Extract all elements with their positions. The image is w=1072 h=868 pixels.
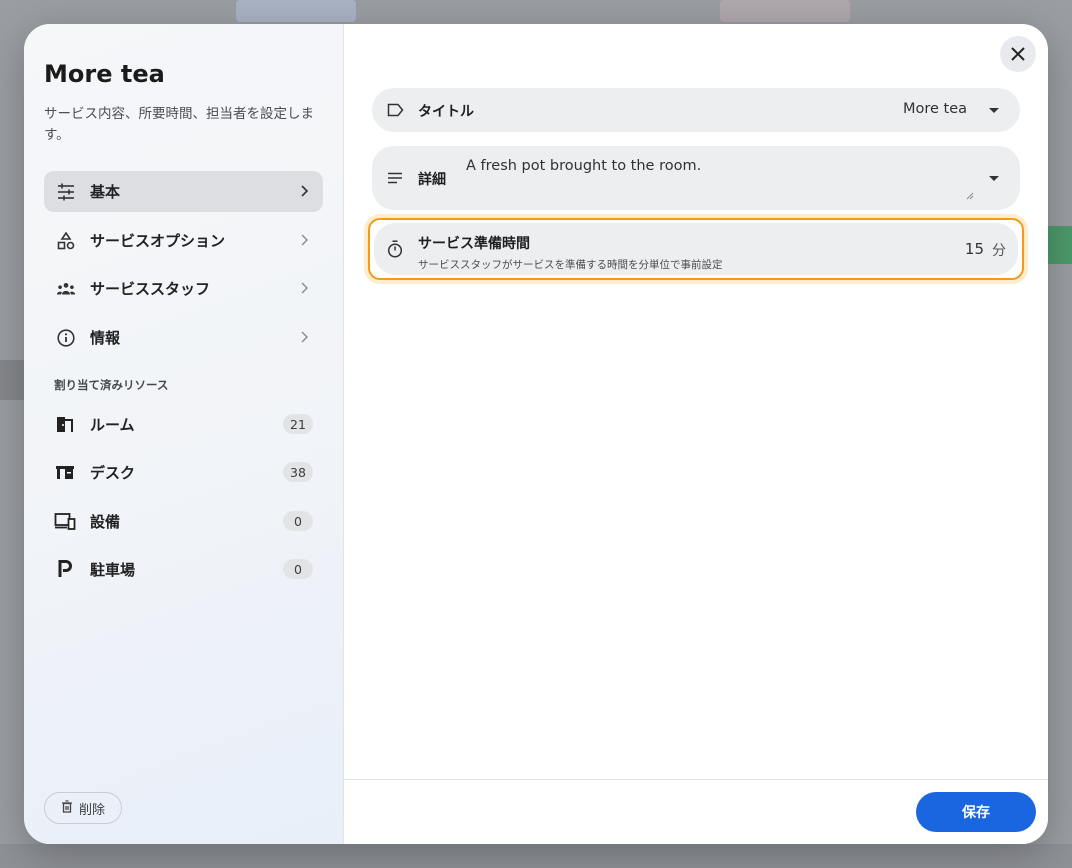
prep-time-sublabel: サービススタッフがサービスを準備する時間を分単位で事前設定 (418, 259, 723, 271)
label-tag-icon (386, 101, 404, 119)
nav-item-label: サービススタッフ (90, 280, 211, 298)
prep-time-value[interactable]: 15 (965, 240, 984, 258)
dialog-title: More tea (44, 60, 165, 88)
close-icon (1011, 47, 1025, 61)
resource-count-badge: 0 (283, 511, 313, 531)
background-tab (720, 0, 850, 22)
prep-time-unit: 分 (992, 243, 1006, 259)
devices-icon (54, 510, 76, 532)
resource-label: 駐車場 (90, 560, 136, 579)
detail-field[interactable]: 詳細 A fresh pot brought to the room. (372, 146, 1020, 210)
nav-item-basic[interactable]: 基本 (44, 171, 323, 212)
delete-button[interactable]: 削除 (44, 792, 122, 824)
dialog-description: サービス内容、所要時間、担当者を設定します。 (44, 106, 314, 143)
door-icon (54, 413, 76, 435)
resource-item-parking[interactable]: 駐車場 0 (44, 549, 323, 589)
nav-item-service-options[interactable]: サービスオプション (44, 220, 323, 261)
nav-item-label: 基本 (90, 183, 121, 201)
resource-count-badge: 38 (283, 462, 313, 482)
nav-item-info[interactable]: 情報 (44, 317, 323, 358)
service-settings-dialog: More tea サービス内容、所要時間、担当者を設定します。 基本 サービスオ… (24, 24, 1048, 844)
timer-icon (386, 240, 404, 258)
info-icon (56, 328, 76, 348)
close-button[interactable] (1000, 36, 1036, 72)
background-tab (236, 0, 356, 22)
nav-item-label: サービスオプション (90, 232, 226, 250)
detail-field-label: 詳細 (418, 172, 446, 188)
sliders-icon (56, 182, 76, 202)
desk-icon (54, 461, 76, 483)
resize-handle-icon[interactable] (966, 192, 974, 200)
prep-time-field[interactable]: サービス準備時間 サービススタッフがサービスを準備する時間を分単位で事前設定 1… (374, 223, 1018, 275)
background-element (0, 844, 1072, 868)
title-field[interactable]: タイトル More tea (372, 88, 1020, 132)
people-icon (56, 279, 76, 299)
save-button[interactable]: 保存 (916, 792, 1036, 832)
trash-icon (61, 799, 73, 817)
resource-count-badge: 0 (283, 559, 313, 579)
dialog-footer: 保存 (344, 779, 1048, 844)
parking-icon (54, 558, 76, 580)
resource-count-badge: 21 (283, 414, 313, 434)
sidebar: More tea サービス内容、所要時間、担当者を設定します。 基本 サービスオ… (24, 24, 344, 844)
resource-item-desk[interactable]: デスク 38 (44, 452, 323, 492)
chevron-right-icon (301, 282, 308, 294)
notes-icon (386, 169, 404, 187)
nav-item-service-staff[interactable]: サービススタッフ (44, 268, 323, 309)
detail-textarea[interactable]: A fresh pot brought to the room. (466, 158, 701, 174)
dropdown-caret-icon[interactable] (989, 108, 999, 113)
prep-time-label: サービス準備時間 (418, 236, 530, 252)
resource-label: デスク (90, 463, 136, 482)
shapes-icon (56, 231, 76, 251)
assigned-resources-heading: 割り当て済みリソース (54, 378, 169, 392)
chevron-right-icon (301, 331, 308, 343)
dropdown-caret-icon[interactable] (989, 176, 999, 181)
title-field-label: タイトル (418, 104, 474, 120)
delete-label: 削除 (78, 802, 105, 818)
chevron-right-icon (301, 185, 309, 197)
resource-item-equipment[interactable]: 設備 0 (44, 501, 323, 541)
resource-label: 設備 (90, 512, 121, 531)
background-element (1046, 226, 1072, 264)
chevron-right-icon (301, 234, 308, 246)
nav-item-label: 情報 (90, 329, 121, 347)
resource-item-room[interactable]: ルーム 21 (44, 404, 323, 444)
resource-label: ルーム (90, 415, 135, 434)
main-panel: タイトル More tea 詳細 A fresh pot brought to … (344, 24, 1048, 844)
title-field-value[interactable]: More tea (903, 101, 967, 117)
